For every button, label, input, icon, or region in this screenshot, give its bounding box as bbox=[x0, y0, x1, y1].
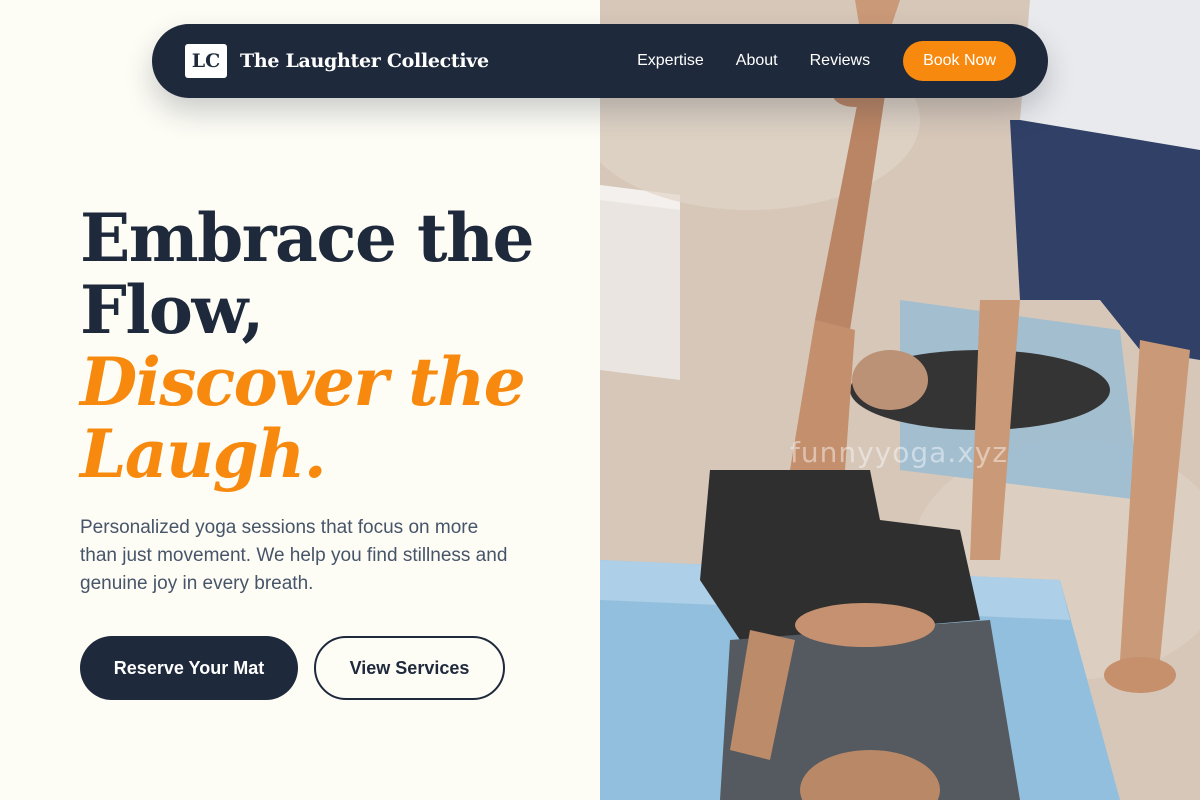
reserve-mat-button[interactable]: Reserve Your Mat bbox=[80, 636, 298, 700]
headline-line-2: Flow, bbox=[80, 271, 264, 349]
hero-subtitle: Personalized yoga sessions that focus on… bbox=[80, 517, 508, 594]
logo-badge[interactable]: LC bbox=[185, 44, 227, 78]
nav-links: Expertise About Reviews bbox=[637, 52, 870, 70]
hero-photo: funnyyoga.xyz bbox=[600, 0, 1200, 800]
top-navbar: LC The Laughter Collective Expertise Abo… bbox=[152, 24, 1048, 98]
watermark-text: funnyyoga.xyz bbox=[790, 436, 1009, 469]
view-services-button[interactable]: View Services bbox=[314, 636, 505, 700]
headline-accent-line-2: Laugh. bbox=[80, 415, 327, 493]
hero-headline: Embrace the Flow, Discover the Laugh. bbox=[80, 202, 580, 490]
brand-name[interactable]: The Laughter Collective bbox=[240, 50, 489, 72]
book-now-button[interactable]: Book Now bbox=[903, 41, 1016, 81]
headline-accent-line-1: Discover the bbox=[80, 343, 526, 421]
headline-line-1: Embrace the bbox=[80, 199, 534, 277]
hero-cta-row: Reserve Your Mat View Services bbox=[80, 636, 505, 700]
nav-link-reviews[interactable]: Reviews bbox=[810, 52, 870, 70]
hero-section: Embrace the Flow, Discover the Laugh. Pe… bbox=[80, 202, 580, 598]
yoga-class-illustration bbox=[600, 0, 1200, 800]
nav-link-expertise[interactable]: Expertise bbox=[637, 52, 704, 70]
nav-link-about[interactable]: About bbox=[736, 52, 778, 70]
